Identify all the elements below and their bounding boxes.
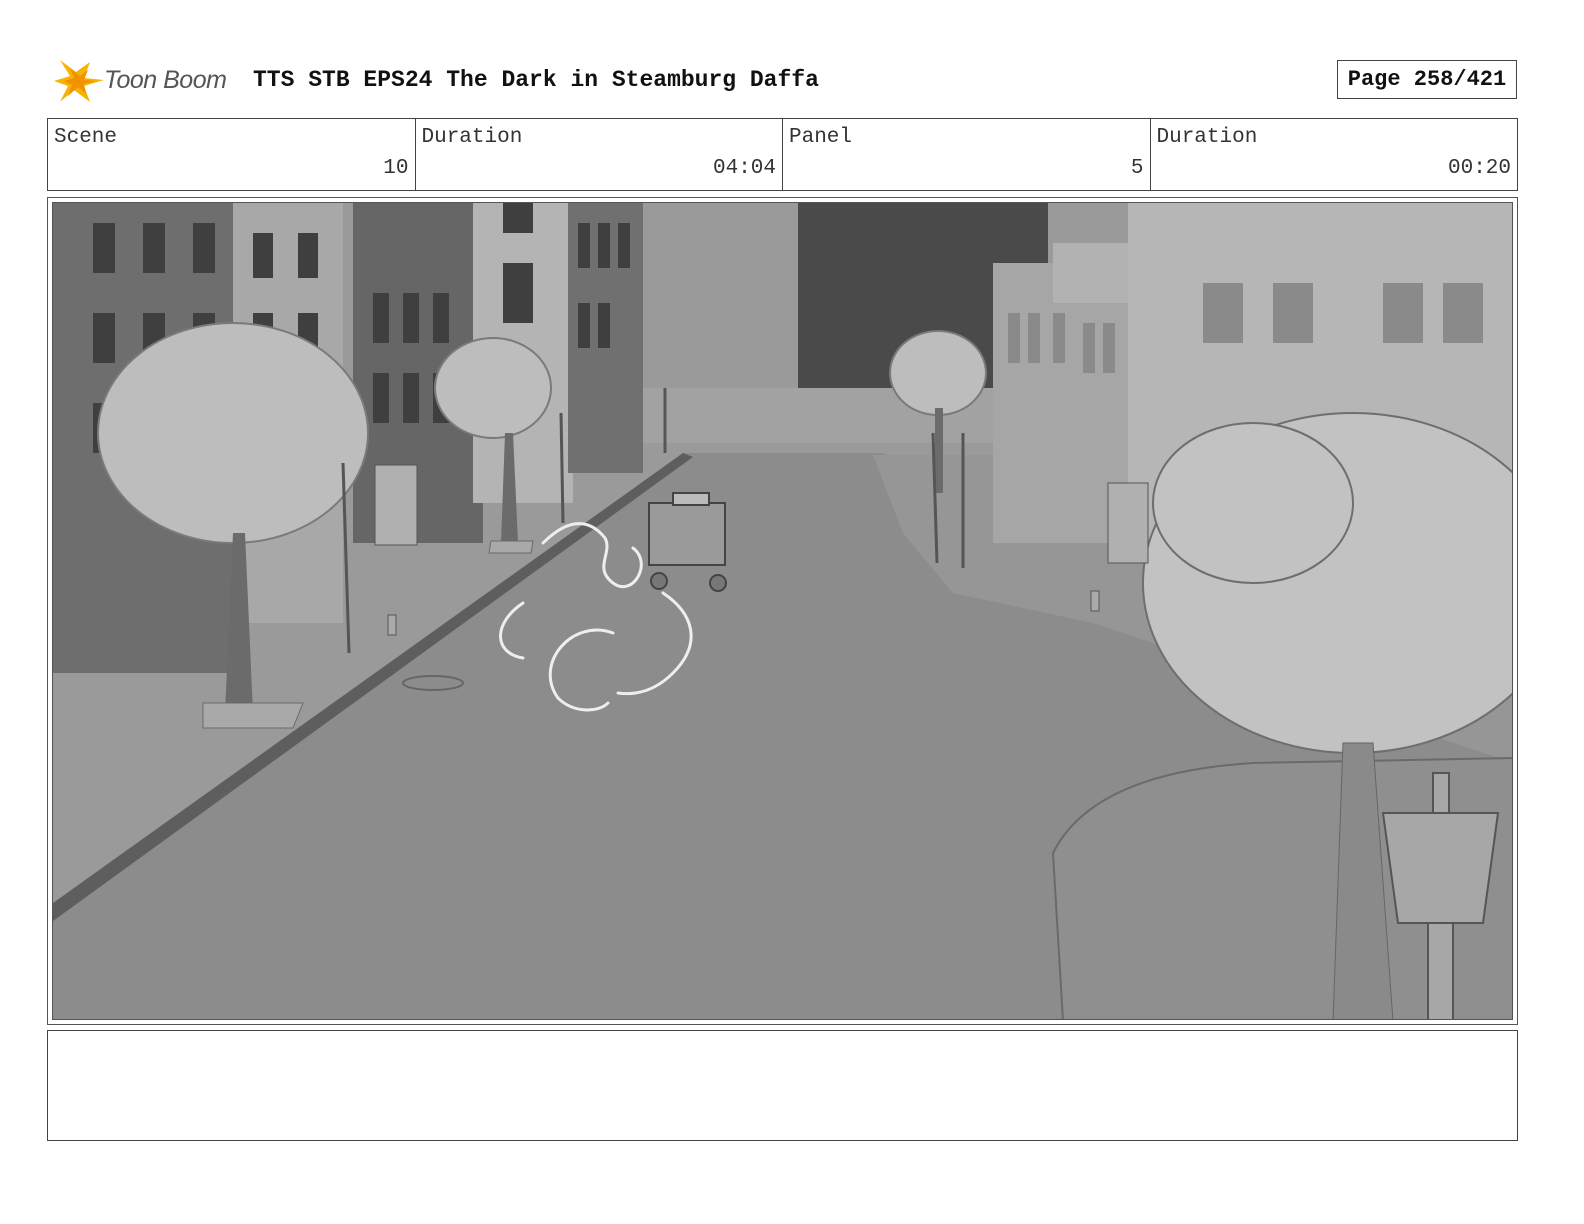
panel-notes-box — [47, 1030, 1518, 1141]
scene-label: Scene — [54, 126, 118, 149]
panel-value: 5 — [1130, 157, 1144, 180]
scene-value: 10 — [383, 157, 409, 180]
toon-boom-star-icon — [54, 60, 104, 102]
toon-boom-logo: Toon Boom — [50, 56, 250, 106]
panel-label: Panel — [789, 126, 853, 149]
panel-duration-cell: Duration 00:20 — [1151, 119, 1518, 190]
scene-cell: Scene 10 — [48, 119, 416, 190]
panel-duration-value: 00:20 — [1447, 157, 1511, 180]
panel-duration-label: Duration — [1156, 126, 1258, 149]
panel-cell: Panel 5 — [783, 119, 1151, 190]
page-number: Page 258/421 — [1337, 60, 1517, 99]
panel-image — [52, 202, 1513, 1020]
scene-duration-value: 04:04 — [712, 157, 776, 180]
panel-frame — [47, 197, 1518, 1025]
scene-duration-cell: Duration 04:04 — [416, 119, 783, 190]
logo-text: Toon Boom — [104, 66, 227, 94]
info-table: Scene 10 Duration 04:04 Panel 5 Duration… — [47, 118, 1518, 191]
document-title: TTS STB EPS24 The Dark in Steamburg Daff… — [253, 67, 819, 93]
street-scene-illustration — [53, 203, 1512, 1019]
scene-duration-label: Duration — [421, 126, 523, 149]
